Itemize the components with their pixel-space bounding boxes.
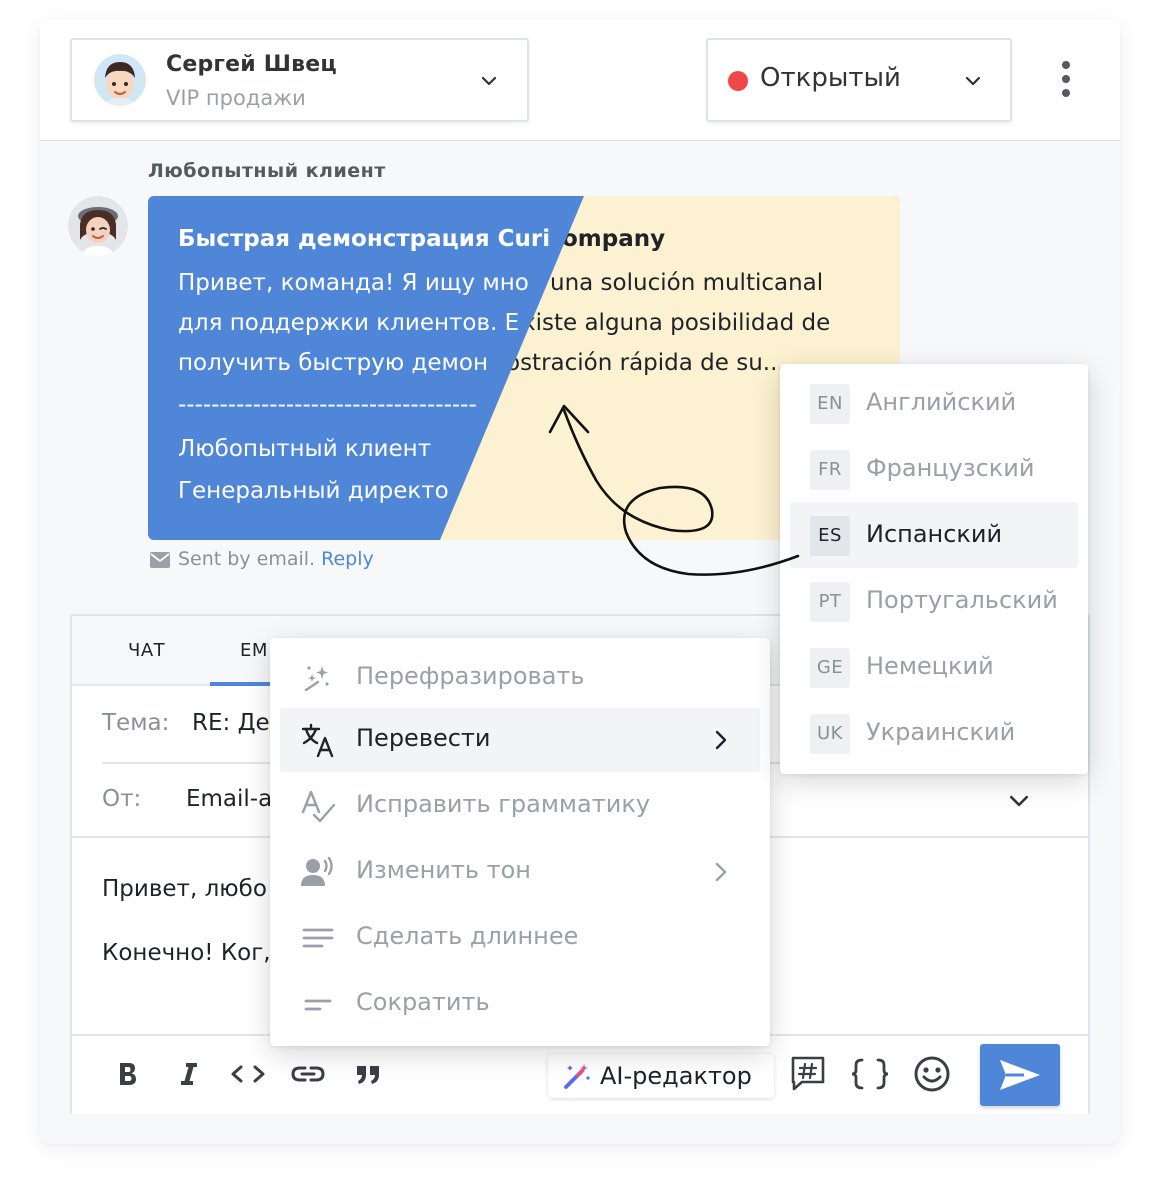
status-dropdown[interactable]: Открытый [706,38,1012,122]
body-line[interactable]: Конечно! Ког, [102,940,271,966]
message-line: Привет, команда! Я ищу мно [178,270,529,296]
menu-item-label: Исправить грамматику [356,790,651,818]
menu-item-label: Изменить тон [356,856,531,884]
ai-editor-label: AI-редактор [600,1062,752,1090]
language-menu: EN Английский FR Французский ES Испански… [780,364,1088,774]
formatting-toolbar: AI-редактор [72,1034,1088,1114]
lines-long-icon [302,928,334,948]
chevron-right-icon [715,730,727,750]
translate-icon [301,723,334,758]
translated-subject: ompany [562,226,666,252]
chevron-down-icon [966,76,980,86]
translated-line: ostración rápida de su... [506,350,785,376]
status-label: Открытый [760,63,901,93]
ai-editor-button[interactable]: AI-редактор [548,1054,774,1098]
agent-avatar [94,54,146,106]
status-dot [728,71,748,91]
bold-icon[interactable] [116,1058,140,1090]
language-code: ES [810,516,850,556]
assignee-dropdown[interactable]: Сергей Швец VIP продажи [70,38,529,122]
lines-short-icon [304,999,332,1011]
canned-response-icon[interactable] [788,1054,828,1094]
language-option-es[interactable]: ES Испанский [790,502,1078,568]
magic-wand-icon [564,1064,590,1089]
language-option-pt[interactable]: PT Португальский [790,568,1078,634]
signature-title: Генеральный директо [178,478,449,504]
message-line: для поддержки клиентов. Е [178,310,520,336]
language-label: Португальский [866,586,1058,614]
menu-item-change-tone[interactable]: Изменить тон [280,840,760,904]
translated-line: una solución multicanal [550,270,824,296]
language-code: PT [810,582,850,622]
language-option-fr[interactable]: FR Французский [790,436,1078,502]
language-code: FR [810,450,850,490]
chevron-down-icon [482,76,496,86]
tab-email[interactable]: EM [240,640,268,661]
grammar-check-icon [301,790,336,823]
more-options-icon[interactable] [1056,60,1076,100]
italic-icon[interactable] [176,1058,200,1090]
menu-item-make-longer[interactable]: Сделать длиннее [280,906,760,970]
sparkle-icon [304,666,329,692]
ai-editor-menu: Перефразировать Перевести Исправить грам… [270,638,770,1046]
body-line[interactable]: Привет, любо [102,876,267,902]
chevron-down-icon[interactable] [1010,792,1028,810]
code-icon[interactable] [230,1058,266,1090]
reply-link[interactable]: Reply [321,548,374,570]
from-select[interactable]: Email-a [186,786,272,812]
language-option-ge[interactable]: GE Немецкий [790,634,1078,700]
emoji-icon[interactable] [912,1054,952,1094]
envelope-icon [150,552,170,568]
agent-name: Сергей Швец [166,52,337,77]
message-subject: Быстрая демонстрация Curi [178,226,551,252]
language-label: Английский [866,388,1017,416]
menu-item-shorten[interactable]: Сократить [280,972,760,1036]
chevron-right-icon [715,862,727,882]
translated-line: xiste alguna posibilidad de [522,310,831,336]
client-avatar [68,196,128,256]
sent-by-text: Sent by email. [178,548,316,570]
language-label: Немецкий [866,652,994,680]
language-option-uk[interactable]: UK Украинский [790,700,1078,766]
from-label: От: [102,786,142,812]
language-code: UK [810,714,850,754]
signature-divider: ------------------------------------ [178,392,477,418]
message-line: получить быструю демон [178,350,489,376]
menu-item-label: Перевести [356,724,491,752]
send-button[interactable] [980,1044,1060,1106]
menu-item-label: Перефразировать [356,662,585,690]
message-sender: Любопытный клиент [148,160,386,182]
language-option-en[interactable]: EN Английский [790,370,1078,436]
send-icon [1000,1060,1040,1090]
menu-item-translate[interactable]: Перевести [280,708,760,772]
language-label: Украинский [866,718,1016,746]
signature-name: Любопытный клиент [178,436,432,462]
quote-icon[interactable] [354,1058,382,1090]
subject-label: Тема: [102,710,170,736]
language-label: Испанский [866,520,1003,548]
menu-item-rephrase[interactable]: Перефразировать [280,646,760,710]
subject-input[interactable]: RE: Де [192,710,270,736]
menu-item-fix-grammar[interactable]: Исправить грамматику [280,774,760,838]
menu-item-label: Сделать длиннее [356,922,579,950]
language-code: GE [810,648,850,688]
language-label: Французский [866,454,1035,482]
variables-icon[interactable] [850,1056,890,1092]
conversation-header: Сергей Швец VIP продажи Открытый [40,20,1120,141]
agent-team: VIP продажи [166,86,306,110]
link-icon[interactable] [290,1058,326,1090]
voice-tone-icon [301,856,333,886]
language-code: EN [810,384,850,424]
tab-chat[interactable]: ЧАТ [128,640,165,661]
message-meta: Sent by email. Reply [150,548,374,570]
menu-item-label: Сократить [356,988,490,1016]
